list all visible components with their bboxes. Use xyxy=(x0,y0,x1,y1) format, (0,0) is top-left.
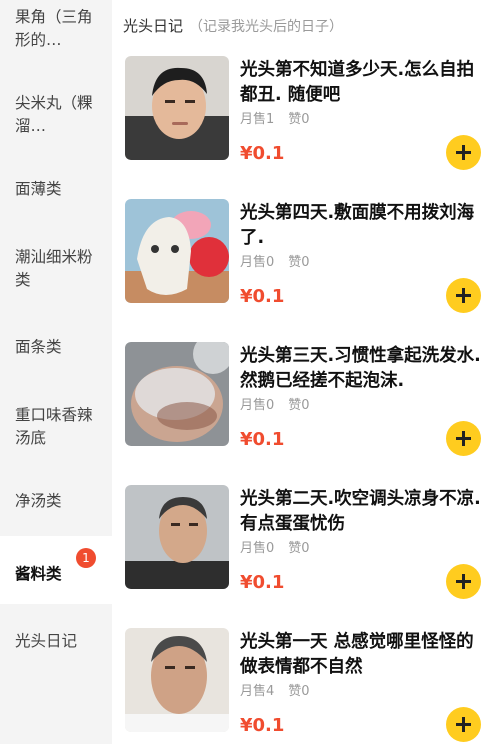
product-price: ¥0.1 xyxy=(240,715,285,736)
sidebar-item-mianbao[interactable]: 面薄类 xyxy=(0,178,112,201)
section-header: 光头日记 （记录我光头后的日子） xyxy=(123,15,343,36)
section-title: 光头日记 xyxy=(123,17,184,35)
product-stats: 月售0 赞0 xyxy=(240,394,310,413)
product-photo xyxy=(125,56,229,160)
product-title: 光头第一天 总感觉哪里怪怪的 做表情都不自然 xyxy=(240,632,474,677)
section-subtitle: （记录我光头后的日子） xyxy=(189,19,344,35)
product-photo xyxy=(125,628,229,732)
cart-count-badge: 1 xyxy=(76,548,96,568)
sidebar-item-label: 面条类 xyxy=(15,338,62,356)
product-item[interactable]: 光头第三天.习惯性拿起洗发水.然鹅已经搓不起泡沫. 月售0 赞0 ¥0.1 xyxy=(112,342,499,485)
plus-icon xyxy=(456,574,471,589)
product-photo xyxy=(125,199,229,303)
like-count: 赞0 xyxy=(288,112,310,127)
add-to-cart-button[interactable] xyxy=(446,421,481,456)
like-count: 赞0 xyxy=(288,541,310,556)
monthly-sales: 月售1 xyxy=(240,112,275,127)
plus-icon xyxy=(456,717,471,732)
product-price: ¥0.1 xyxy=(240,429,285,450)
product-price: ¥0.1 xyxy=(240,143,285,164)
product-item[interactable]: 光头第四天.敷面膜不用拨刘海了. 月售0 赞0 ¥0.1 xyxy=(112,199,499,342)
product-title: 光头第三天.习惯性拿起洗发水.然鹅已经搓不起泡沫. xyxy=(240,346,481,391)
product-title: 光头第不知道多少天.怎么自拍都丑. 随便吧 xyxy=(240,60,475,105)
sidebar-item-guangtou-riji[interactable]: 光头日记 xyxy=(0,630,112,653)
plus-icon xyxy=(456,288,471,303)
sidebar-item-miantiao[interactable]: 面条类 xyxy=(0,336,112,359)
category-sidebar: 果角（三角形的… 尖米丸（粿溜… 面薄类 潮汕细米粉类 面条类 重口味香辣汤底 … xyxy=(0,0,112,744)
product-stats: 月售1 赞0 xyxy=(240,108,310,127)
like-count: 赞0 xyxy=(288,684,310,699)
product-stats: 月售0 赞0 xyxy=(240,251,310,270)
plus-icon xyxy=(456,431,471,446)
monthly-sales: 月售0 xyxy=(240,541,275,556)
sidebar-item-label: 净汤类 xyxy=(15,492,62,510)
sidebar-item-label: 果角（三角形的… xyxy=(15,8,93,49)
sidebar-item-xianglatang[interactable]: 重口味香辣汤底 xyxy=(0,404,112,450)
like-count: 赞0 xyxy=(288,255,310,270)
monthly-sales: 月售0 xyxy=(240,255,275,270)
like-count: 赞0 xyxy=(288,398,310,413)
monthly-sales: 月售0 xyxy=(240,398,275,413)
product-item[interactable]: 光头第二天.吹空调头凉身不凉.有点蛋蛋忧伤 月售0 赞0 ¥0.1 xyxy=(112,485,499,628)
product-photo xyxy=(125,485,229,589)
add-to-cart-button[interactable] xyxy=(446,564,481,599)
add-to-cart-button[interactable] xyxy=(446,135,481,170)
add-to-cart-button[interactable] xyxy=(446,278,481,313)
sidebar-item-jingtang[interactable]: 净汤类 xyxy=(0,490,112,513)
monthly-sales: 月售4 xyxy=(240,684,275,699)
sidebar-item-label: 面薄类 xyxy=(15,180,62,198)
product-stats: 月售0 赞0 xyxy=(240,537,310,556)
product-photo xyxy=(125,342,229,446)
sidebar-item-guojiao[interactable]: 果角（三角形的… xyxy=(0,6,112,52)
plus-icon xyxy=(456,145,471,160)
product-title: 光头第二天.吹空调头凉身不凉.有点蛋蛋忧伤 xyxy=(240,489,481,534)
product-stats: 月售4 赞0 xyxy=(240,680,310,699)
add-to-cart-button[interactable] xyxy=(446,707,481,742)
product-price: ¥0.1 xyxy=(240,572,285,593)
product-price: ¥0.1 xyxy=(240,286,285,307)
product-title: 光头第四天.敷面膜不用拨刘海了. xyxy=(240,203,475,248)
sidebar-item-label: 尖米丸（粿溜… xyxy=(15,94,93,135)
sidebar-item-jiangliao[interactable]: 酱料类 1 xyxy=(0,536,112,604)
sidebar-item-jianmiwan[interactable]: 尖米丸（粿溜… xyxy=(0,92,112,138)
sidebar-item-label: 光头日记 xyxy=(15,632,78,650)
sidebar-item-label: 潮汕细米粉类 xyxy=(15,248,93,289)
sidebar-item-xifen[interactable]: 潮汕细米粉类 xyxy=(0,246,112,292)
product-item[interactable]: 光头第不知道多少天.怎么自拍都丑. 随便吧 月售1 赞0 ¥0.1 xyxy=(112,56,499,199)
product-item[interactable]: 光头第一天 总感觉哪里怪怪的 做表情都不自然 月售4 赞0 ¥0.1 xyxy=(112,628,499,744)
sidebar-item-label: 重口味香辣汤底 xyxy=(15,406,93,447)
